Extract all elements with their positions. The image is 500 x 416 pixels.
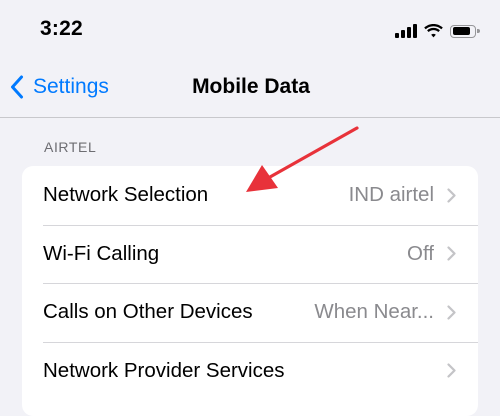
row-network-selection[interactable]: Network Selection IND airtel — [22, 166, 478, 225]
row-label: Network Selection — [43, 183, 209, 207]
navigation-bar: Settings Mobile Data — [0, 62, 500, 118]
chevron-right-icon — [447, 305, 456, 320]
row-label: Calls on Other Devices — [43, 300, 253, 324]
chevron-right-icon — [447, 188, 456, 203]
row-label: Wi-Fi Calling — [43, 241, 160, 265]
row-value: Off — [407, 241, 434, 265]
cellular-signal-icon — [395, 24, 417, 38]
chevron-right-icon — [447, 246, 456, 261]
row-value: When Near... — [314, 300, 434, 324]
row-calls-on-other-devices[interactable]: Calls on Other Devices When Near... — [22, 283, 478, 342]
chevron-right-icon — [447, 363, 456, 378]
row-wifi-calling[interactable]: Wi-Fi Calling Off — [22, 224, 478, 284]
row-network-provider-services[interactable]: Network Provider Services — [22, 341, 478, 401]
status-time: 3:22 — [40, 17, 83, 40]
section-header: AIRTEL — [44, 139, 97, 155]
status-bar: 3:22 — [0, 0, 500, 62]
wifi-icon — [424, 24, 443, 38]
battery-icon — [450, 24, 480, 38]
status-icons — [395, 21, 480, 41]
row-label: Network Provider Services — [43, 358, 285, 382]
page-title: Mobile Data — [192, 75, 310, 98]
row-value: IND airtel — [348, 183, 434, 207]
settings-group: Network Selection IND airtel Wi-Fi Calli… — [22, 166, 478, 416]
